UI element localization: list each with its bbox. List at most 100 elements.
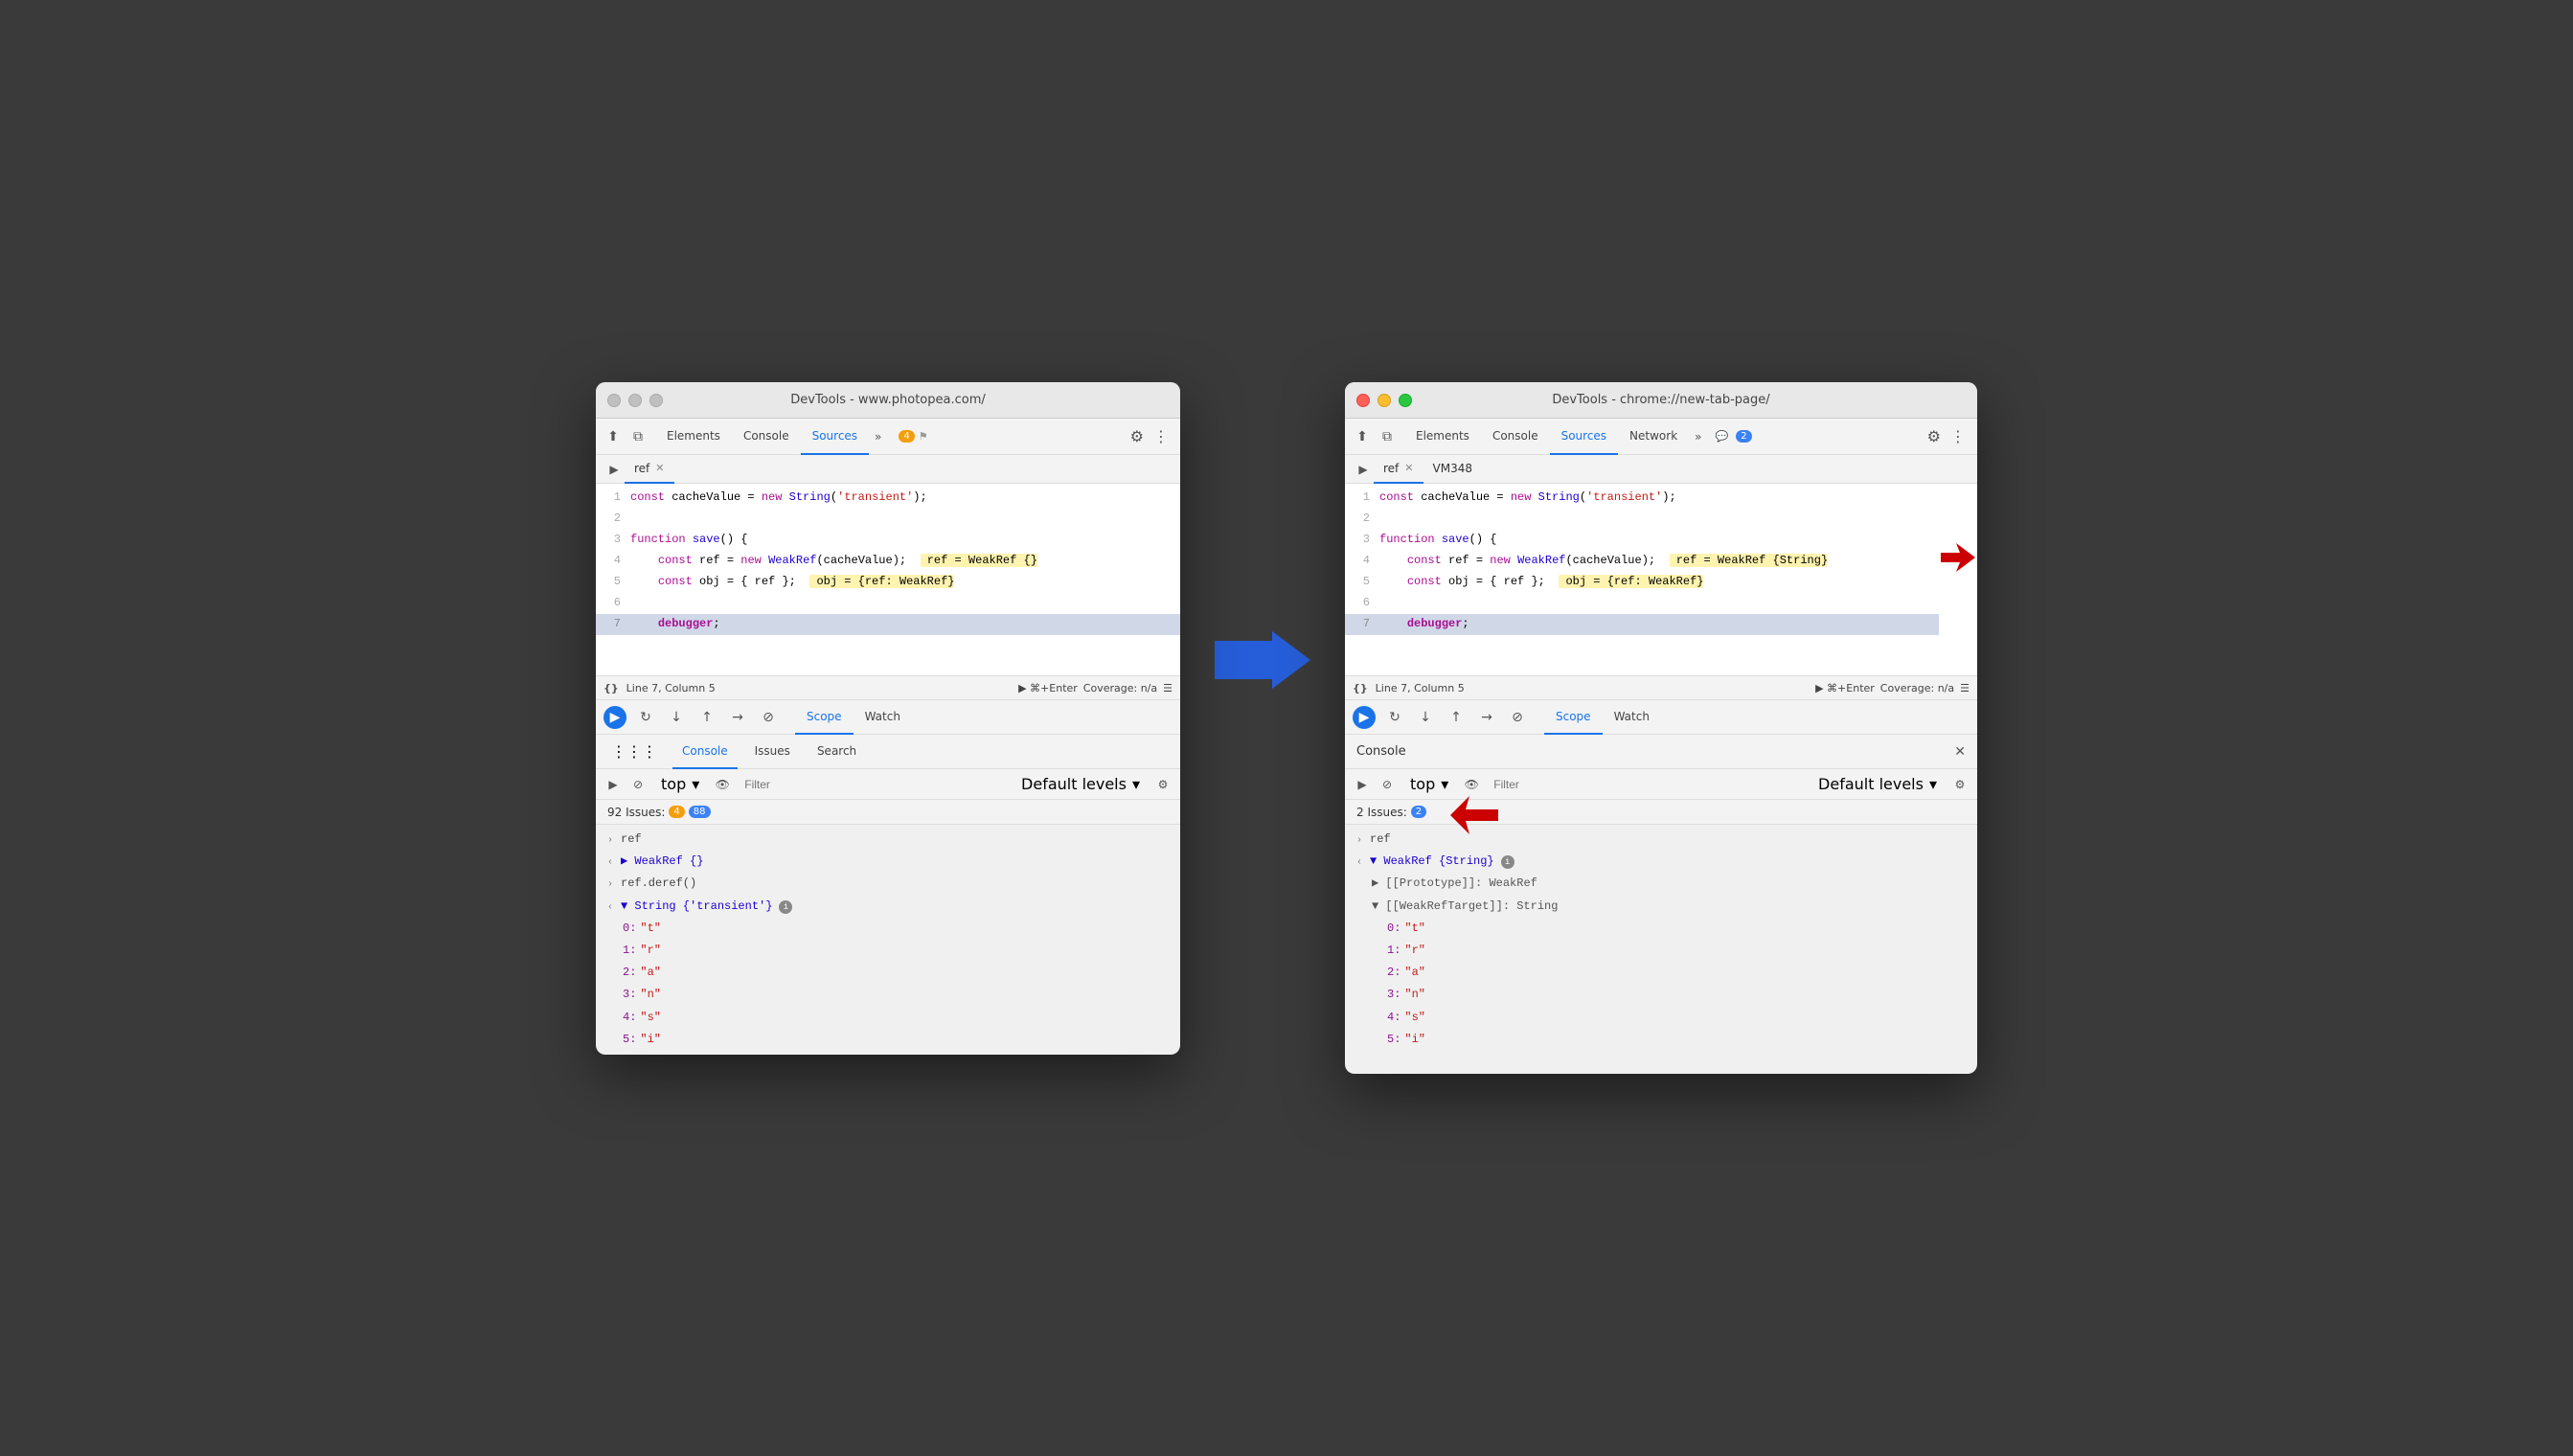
layers-icon[interactable]: ⧉ xyxy=(628,427,648,446)
right-traffic-lights xyxy=(1356,394,1412,407)
scope-tab[interactable]: Scope xyxy=(795,700,854,735)
step-button-r[interactable]: → xyxy=(1475,706,1498,729)
code-line-6: 6 xyxy=(596,593,1180,614)
more-options-button-r[interactable]: ⋮ xyxy=(1947,427,1970,445)
step-button[interactable]: → xyxy=(726,706,749,729)
console-tab-issues[interactable]: Issues xyxy=(745,735,800,769)
top-frame-selector-r[interactable]: top ▾ xyxy=(1402,769,1456,800)
console-menu-button[interactable]: ⋮⋮⋮ xyxy=(603,735,665,769)
console-settings-r[interactable]: ⚙ xyxy=(1950,775,1970,794)
r-console-4: 4: "s" xyxy=(1345,1007,1977,1029)
watch-tab-r[interactable]: Watch xyxy=(1603,700,1661,735)
close-tab-icon-r[interactable]: ✕ xyxy=(1404,462,1413,474)
code-line-5: 5 const obj = { ref }; obj = {ref: WeakR… xyxy=(596,572,1180,593)
close-tab-icon[interactable]: ✕ xyxy=(655,462,664,474)
step-out-button-r[interactable]: ↑ xyxy=(1445,706,1468,729)
block-icon[interactable]: ⊘ xyxy=(628,775,648,794)
right-code-editor: 1 const cacheValue = new String('transie… xyxy=(1345,484,1977,675)
right-tab-icons: ⬆ ⧉ xyxy=(1353,427,1397,446)
right-code-container: 1 const cacheValue = new String('transie… xyxy=(1345,484,1977,675)
block-icon-r[interactable]: ⊘ xyxy=(1378,775,1397,794)
tab-console-r[interactable]: Console xyxy=(1481,419,1550,455)
maximize-light[interactable] xyxy=(649,394,663,407)
more-tabs-r[interactable]: » xyxy=(1689,430,1707,444)
r-code-line-7: 7 debugger; xyxy=(1345,614,1939,635)
cursor-position-r: Line 7, Column 5 xyxy=(1376,682,1465,694)
file-tab-ref[interactable]: ref ✕ xyxy=(625,455,674,484)
console-row-4: 4: "s" xyxy=(596,1007,1180,1029)
close-console-button[interactable]: ✕ xyxy=(1954,744,1966,760)
console-row-3: 3: "n" xyxy=(596,984,1180,1006)
step-into-button[interactable]: ↓ xyxy=(665,706,688,729)
clear-console-r[interactable]: ▶ xyxy=(1353,775,1372,794)
log-levels-selector[interactable]: Default levels ▾ xyxy=(1013,769,1148,800)
transition-arrow xyxy=(1215,631,1310,689)
step-over-button[interactable]: ↻ xyxy=(634,706,657,729)
left-traffic-lights xyxy=(607,394,663,407)
settings-button[interactable]: ⚙ xyxy=(1125,427,1150,445)
deactivate-breakpoints-r[interactable]: ⊘ xyxy=(1506,706,1529,729)
tab-elements-r[interactable]: Elements xyxy=(1404,419,1481,455)
coverage-label: Coverage: n/a xyxy=(1083,682,1157,694)
eye-button-r[interactable]: 👁 xyxy=(1462,775,1481,794)
resume-button[interactable]: ▶ xyxy=(603,706,626,729)
layers-icon-r[interactable]: ⧉ xyxy=(1378,427,1397,446)
coverage-label-r: Coverage: n/a xyxy=(1880,682,1954,694)
tab-elements[interactable]: Elements xyxy=(655,419,732,455)
right-window-wrapper: DevTools - chrome://new-tab-page/ ⬆ ⧉ El… xyxy=(1345,382,1977,1074)
issues-badge: 4 xyxy=(899,430,914,443)
console-filter-input[interactable] xyxy=(738,775,1008,794)
console-row-5: 5: "i" xyxy=(596,1029,1180,1051)
r-code-line-1: 1 const cacheValue = new String('transie… xyxy=(1345,488,1939,509)
sidebar-toggle-icon-r[interactable]: ▶ xyxy=(1353,459,1374,480)
tab-sources[interactable]: Sources xyxy=(801,419,869,455)
scope-tab-r[interactable]: Scope xyxy=(1544,700,1603,735)
console-row-ref-input: › ref xyxy=(596,829,1180,851)
top-frame-selector[interactable]: top ▾ xyxy=(653,769,707,800)
console-filter-input-r[interactable] xyxy=(1487,775,1805,794)
settings-button-r[interactable]: ⚙ xyxy=(1922,427,1947,445)
step-into-button-r[interactable]: ↓ xyxy=(1414,706,1437,729)
close-light-red[interactable] xyxy=(1356,394,1370,407)
file-tab-ref-r[interactable]: ref ✕ xyxy=(1374,455,1423,484)
console-tab-console[interactable]: Console xyxy=(672,735,738,769)
cursor-icon[interactable]: ⬆ xyxy=(603,427,623,446)
more-tabs-button[interactable]: » xyxy=(869,430,887,444)
r-console-0: 0: "t" xyxy=(1345,918,1977,940)
code-line-2: 2 xyxy=(596,509,1180,530)
minimize-light-yellow[interactable] xyxy=(1378,394,1391,407)
right-issues-container: 2 Issues: 2 xyxy=(1345,800,1977,825)
run-button-r[interactable]: ▶ ⌘+Enter xyxy=(1815,682,1875,694)
console-settings-button[interactable]: ⚙ xyxy=(1153,775,1173,794)
minimize-light[interactable] xyxy=(628,394,642,407)
clear-console-button[interactable]: ▶ xyxy=(603,775,623,794)
format-icon[interactable]: {} xyxy=(603,682,619,694)
cursor-icon-r[interactable]: ⬆ xyxy=(1353,427,1372,446)
tab-sources-r[interactable]: Sources xyxy=(1550,419,1618,455)
deactivate-breakpoints-button[interactable]: ⊘ xyxy=(757,706,780,729)
tab-network-r[interactable]: Network xyxy=(1618,419,1689,455)
more-options-button[interactable]: ⋮ xyxy=(1150,427,1173,445)
console-row-string-expanded: ‹ ▼ String {'transient'} i xyxy=(596,896,1180,918)
resume-button-r[interactable]: ▶ xyxy=(1353,706,1376,729)
close-light[interactable] xyxy=(607,394,621,407)
run-button[interactable]: ▶ ⌘+Enter xyxy=(1018,682,1078,694)
maximize-light-green[interactable] xyxy=(1399,394,1412,407)
tab-console[interactable]: Console xyxy=(732,419,801,455)
watch-tab[interactable]: Watch xyxy=(854,700,912,735)
eye-button[interactable]: 👁 xyxy=(713,775,732,794)
step-over-button-r[interactable]: ↻ xyxy=(1383,706,1406,729)
left-debugger-toolbar: ▶ ↻ ↓ ↑ → ⊘ Scope Watch xyxy=(596,700,1180,735)
coverage-toggle[interactable]: ☰ xyxy=(1163,682,1173,694)
format-icon-r[interactable]: {} xyxy=(1353,682,1368,694)
console-row-2: 2: "a" xyxy=(596,962,1180,984)
console-tab-search[interactable]: Search xyxy=(808,735,866,769)
log-levels-selector-r[interactable]: Default levels ▾ xyxy=(1810,769,1945,800)
right-window-title: DevTools - chrome://new-tab-page/ xyxy=(1552,393,1769,407)
sidebar-toggle-icon[interactable]: ▶ xyxy=(603,459,625,480)
right-console-output: › ref ‹ ▼ WeakRef {String} i ▶ [[Prototy… xyxy=(1345,825,1977,1074)
file-tab-vm348[interactable]: VM348 xyxy=(1423,455,1482,484)
coverage-toggle-r[interactable]: ☰ xyxy=(1960,682,1970,694)
cursor-position: Line 7, Column 5 xyxy=(626,682,716,694)
step-out-button[interactable]: ↑ xyxy=(695,706,718,729)
